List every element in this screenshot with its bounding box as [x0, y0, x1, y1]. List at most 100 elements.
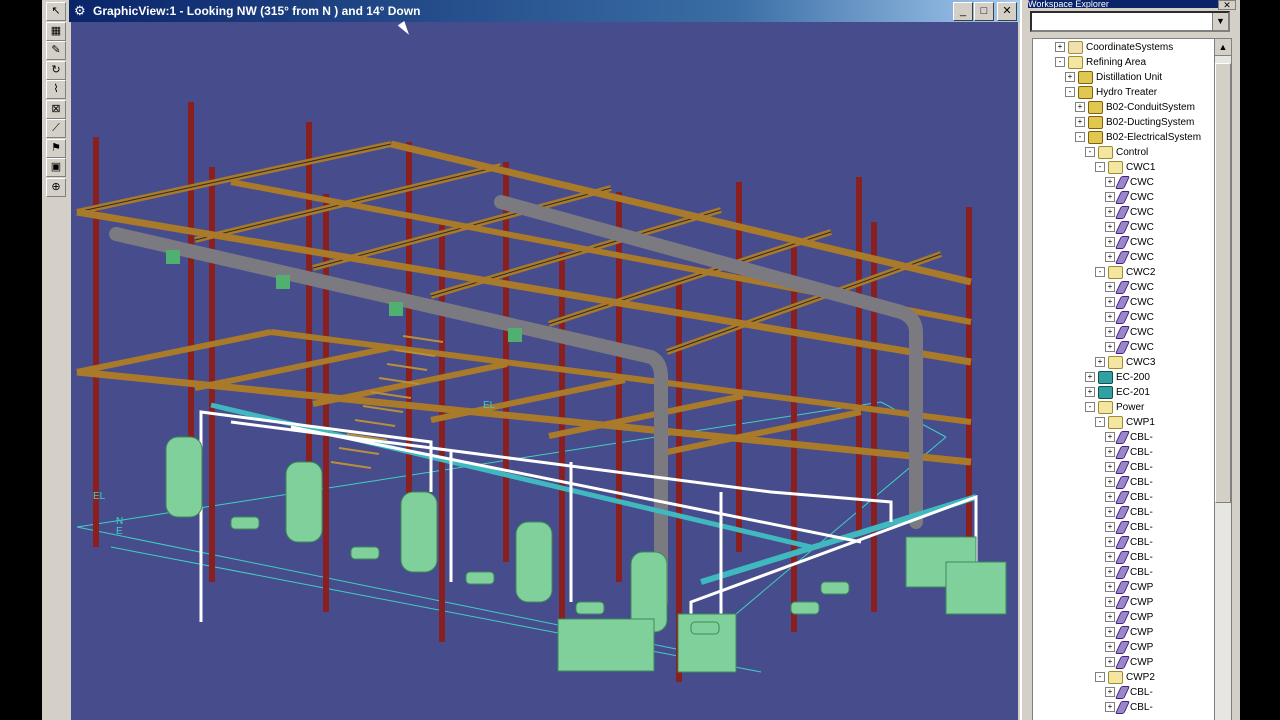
- tree-item[interactable]: + CBL-: [1105, 520, 1153, 535]
- insert-tool-icon[interactable]: ⊠: [46, 99, 66, 119]
- tree-item[interactable]: + CWC: [1105, 325, 1154, 340]
- expand-icon[interactable]: +: [1065, 72, 1075, 83]
- expand-icon[interactable]: +: [1105, 237, 1115, 248]
- tree-item[interactable]: + CBL-: [1105, 565, 1153, 580]
- collapse-icon[interactable]: -: [1075, 132, 1085, 143]
- tree-item[interactable]: + CBL-: [1105, 550, 1153, 565]
- tree-item[interactable]: + CWC: [1105, 175, 1154, 190]
- scroll-thumb[interactable]: [1215, 63, 1231, 503]
- tree-item[interactable]: - CWC2: [1095, 265, 1155, 280]
- rotate-tool-icon[interactable]: ↻: [46, 60, 66, 80]
- explorer-filter-combo[interactable]: ▼: [1030, 11, 1230, 32]
- expand-icon[interactable]: +: [1105, 432, 1115, 443]
- explorer-close-button[interactable]: ✕: [1218, 0, 1236, 10]
- tree-item[interactable]: + CWC: [1105, 340, 1154, 355]
- tree-item[interactable]: + CBL-: [1105, 490, 1153, 505]
- maximize-button[interactable]: □: [974, 2, 994, 21]
- tree-item[interactable]: + B02-ConduitSystem: [1075, 100, 1195, 115]
- expand-icon[interactable]: +: [1105, 612, 1115, 623]
- graphic-view-titlebar[interactable]: ⚙ GraphicView:1 - Looking NW (315° from …: [69, 0, 1020, 22]
- tree-item[interactable]: - CWP2: [1095, 670, 1155, 685]
- expand-icon[interactable]: +: [1085, 387, 1095, 398]
- expand-icon[interactable]: +: [1105, 627, 1115, 638]
- tree-scrollbar[interactable]: ▲: [1214, 38, 1232, 720]
- tree-item[interactable]: + CWC: [1105, 205, 1154, 220]
- expand-icon[interactable]: +: [1085, 372, 1095, 383]
- tree-item[interactable]: + CWP: [1105, 580, 1153, 595]
- tree-item[interactable]: + CBL-: [1105, 475, 1153, 490]
- select-arrow-icon[interactable]: ↖: [46, 2, 66, 21]
- expand-icon[interactable]: +: [1105, 282, 1115, 293]
- tree-item[interactable]: + CWC: [1105, 310, 1154, 325]
- tree-item[interactable]: + CWC: [1105, 250, 1154, 265]
- expand-icon[interactable]: +: [1105, 447, 1115, 458]
- expand-icon[interactable]: +: [1105, 552, 1115, 563]
- expand-icon[interactable]: +: [1105, 582, 1115, 593]
- tree-item[interactable]: + B02-DuctingSystem: [1075, 115, 1194, 130]
- expand-icon[interactable]: +: [1105, 702, 1115, 713]
- 3d-viewport[interactable]: EL N E EL: [71, 22, 1018, 720]
- expand-icon[interactable]: +: [1075, 117, 1085, 128]
- tree-item[interactable]: + CWP: [1105, 610, 1153, 625]
- route-tool-icon[interactable]: ⌇: [46, 80, 66, 99]
- measure-tool-icon[interactable]: ⟋: [46, 119, 66, 138]
- expand-icon[interactable]: +: [1105, 597, 1115, 608]
- expand-icon[interactable]: +: [1105, 507, 1115, 518]
- tree-item[interactable]: + CBL-: [1105, 685, 1153, 700]
- equipment-tool-icon[interactable]: ▦: [46, 21, 66, 41]
- tree-item[interactable]: + CWC: [1105, 295, 1154, 310]
- tree-item[interactable]: + CWC3: [1095, 355, 1155, 370]
- close-button[interactable]: ✕: [997, 2, 1017, 21]
- tree-item[interactable]: + CoordinateSystems: [1055, 40, 1173, 55]
- expand-icon[interactable]: +: [1105, 657, 1115, 668]
- view-tool-icon[interactable]: ▣: [46, 158, 66, 177]
- tree-item[interactable]: + CWC: [1105, 280, 1154, 295]
- chevron-down-icon[interactable]: ▼: [1212, 13, 1228, 30]
- expand-icon[interactable]: +: [1105, 222, 1115, 233]
- expand-icon[interactable]: +: [1105, 567, 1115, 578]
- collapse-icon[interactable]: -: [1055, 57, 1065, 68]
- expand-icon[interactable]: +: [1105, 177, 1115, 188]
- tree-item[interactable]: + CWP: [1105, 595, 1153, 610]
- tree-item[interactable]: + CBL-: [1105, 445, 1153, 460]
- tree-item[interactable]: - CWP1: [1095, 415, 1155, 430]
- minimize-button[interactable]: _: [953, 2, 973, 21]
- scroll-up-icon[interactable]: ▲: [1215, 39, 1231, 56]
- tree-item[interactable]: + CWC: [1105, 220, 1154, 235]
- tree-item[interactable]: + CBL-: [1105, 460, 1153, 475]
- tree-item[interactable]: + CWC: [1105, 235, 1154, 250]
- tree-item[interactable]: + CBL-: [1105, 430, 1153, 445]
- tree-item[interactable]: + CWC: [1105, 190, 1154, 205]
- collapse-icon[interactable]: -: [1065, 87, 1075, 98]
- tree-item[interactable]: + CWP: [1105, 625, 1153, 640]
- tree-item[interactable]: + CBL-: [1105, 505, 1153, 520]
- expand-icon[interactable]: +: [1105, 522, 1115, 533]
- tree-item[interactable]: - B02-ElectricalSystem: [1075, 130, 1201, 145]
- expand-icon[interactable]: +: [1105, 342, 1115, 353]
- expand-icon[interactable]: +: [1105, 192, 1115, 203]
- tree-item[interactable]: - Power: [1085, 400, 1144, 415]
- tree-item[interactable]: + CWP: [1105, 640, 1153, 655]
- tree-item[interactable]: + EC-201: [1085, 385, 1150, 400]
- tree-item[interactable]: - Control: [1085, 145, 1148, 160]
- tree-item[interactable]: + CBL-: [1105, 700, 1153, 715]
- collapse-icon[interactable]: -: [1085, 147, 1095, 158]
- pencil-tool-icon[interactable]: ✎: [46, 41, 66, 60]
- expand-icon[interactable]: +: [1105, 537, 1115, 548]
- workspace-tree[interactable]: + CoordinateSystems - Refining Area + Distill…: [1032, 38, 1216, 720]
- collapse-icon[interactable]: -: [1095, 672, 1105, 683]
- tree-item[interactable]: + CWP: [1105, 655, 1153, 670]
- collapse-icon[interactable]: -: [1095, 267, 1105, 278]
- expand-icon[interactable]: +: [1105, 297, 1115, 308]
- tree-item[interactable]: + Distillation Unit: [1065, 70, 1162, 85]
- expand-icon[interactable]: +: [1105, 327, 1115, 338]
- expand-icon[interactable]: +: [1105, 642, 1115, 653]
- tree-item[interactable]: - CWC1: [1095, 160, 1155, 175]
- tree-item[interactable]: - Hydro Treater: [1065, 85, 1157, 100]
- tree-item[interactable]: - Refining Area: [1055, 55, 1146, 70]
- expand-icon[interactable]: +: [1075, 102, 1085, 113]
- tree-item[interactable]: + CBL-: [1105, 535, 1153, 550]
- place-tool-icon[interactable]: ⚑: [46, 138, 66, 158]
- expand-icon[interactable]: +: [1105, 252, 1115, 263]
- collapse-icon[interactable]: -: [1095, 417, 1105, 428]
